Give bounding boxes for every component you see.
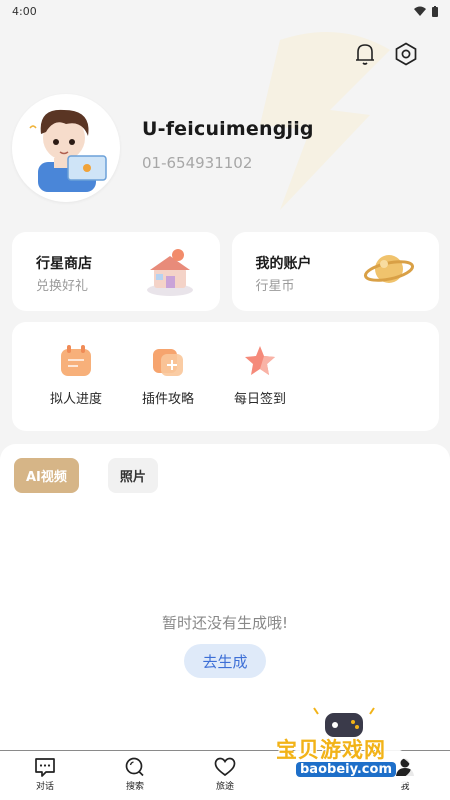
game-icon [306,762,324,774]
nav-item-game[interactable] [270,751,360,800]
tool-plugin-guide[interactable]: 插件攻略 [122,344,214,431]
planet-icon [363,255,415,283]
tool-daily-checkin[interactable]: 每日签到 [214,344,306,431]
status-bar: 4:00 [0,0,450,22]
plugin-icon [153,349,183,376]
nav-label: 旅途 [215,782,234,792]
generate-button[interactable]: 去生成 [184,644,266,678]
profile-header: U-feicuimengjig 01-654931102 [12,94,314,202]
heart-icon [214,757,236,777]
settings-icon[interactable] [394,42,418,66]
nav-item-search[interactable]: 搜索 [90,751,180,800]
chat-icon [35,758,55,777]
content-panel: AI视频 照片 暂时还没有生成哦! 去生成 [0,444,450,750]
tool-anthropomorphic-progress[interactable]: 拟人进度 [30,344,122,431]
bottom-nav: 对话 搜索 旅途 我 [0,750,450,800]
username: U-feicuimengjig [142,118,314,140]
tab-ai-video[interactable]: AI视频 [14,458,79,493]
nav-label: 搜索 [125,782,144,792]
bell-icon[interactable] [354,42,376,66]
top-actions [354,42,418,66]
search-icon [125,757,144,777]
wifi-icon [414,6,426,16]
tools-panel: 拟人进度 插件攻略 每日签到 [12,322,439,431]
star-icon [245,346,275,375]
tab-photos[interactable]: 照片 [107,458,158,493]
person-icon [396,758,414,776]
nav-item-journey[interactable]: 旅途 [180,751,270,800]
nav-label: 我 [400,782,410,792]
nav-label: 对话 [35,782,54,792]
tool-label: 插件攻略 [141,392,194,407]
status-time: 4:00 [12,4,37,18]
calendar-icon [61,345,91,376]
empty-state-message: 暂时还没有生成哦! [161,614,288,632]
avatar-illustration [29,109,107,192]
planet-store-card[interactable]: 行星商店 兑换好礼 [12,232,220,311]
battery-icon [432,5,438,17]
tool-label: 每日签到 [233,392,286,407]
tool-label: 拟人进度 [49,392,102,407]
gift-house-icon [146,249,193,296]
status-icons [414,5,438,17]
my-account-card[interactable]: 我的账户 行星币 [231,232,439,311]
nav-item-chat[interactable]: 对话 [0,751,90,800]
nav-item-me[interactable]: 我 [360,751,450,800]
user-id: 01-654931102 [142,154,253,172]
avatar[interactable] [12,94,120,202]
card-row: 行星商店 兑换好礼 我的账户 行星币 [12,232,439,311]
profile-info: U-feicuimengjig 01-654931102 [142,118,314,172]
media-tabs: AI视频 照片 [14,458,158,493]
